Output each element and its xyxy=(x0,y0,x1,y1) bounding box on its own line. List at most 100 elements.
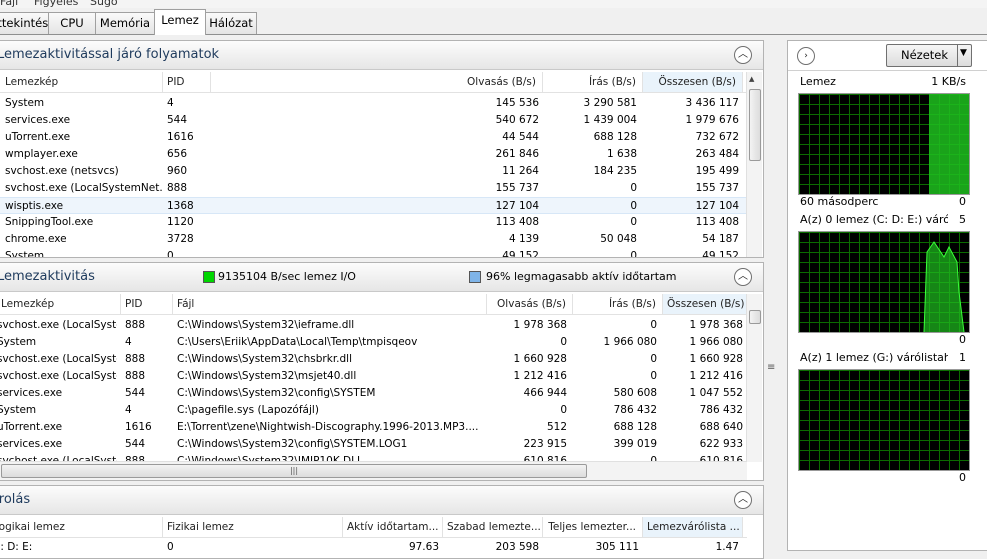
table-row[interactable]: services.exe 544 C:\Windows\System32\confi… xyxy=(0,436,746,453)
processes-column-header: Lemezkép PID Olvasás (B/s) Írás (B/s) Ös… xyxy=(0,72,747,93)
processes-header[interactable]: Lemezaktivitással járó folyamatok ︿ xyxy=(0,41,763,70)
table-cell: 0 xyxy=(650,319,657,331)
scroll-thumb[interactable] xyxy=(749,89,761,161)
table-cell: 786 432 xyxy=(699,404,743,416)
table-cell: 688 128 xyxy=(593,131,637,143)
graph-disk1-min: 0 xyxy=(959,471,966,484)
table-row[interactable]: uTorrent.exe 1616 44 544 688 128 732 672 xyxy=(0,129,746,146)
table-cell: uTorrent.exe xyxy=(0,421,63,433)
table-cell: 203 598 xyxy=(495,541,539,553)
menu-bar: Fájl Figyelés Súgó xyxy=(0,0,987,8)
graph-disk1-max: 1 xyxy=(959,351,966,364)
tab-cpu[interactable]: CPU xyxy=(48,12,96,34)
menu-help[interactable]: Súgó xyxy=(90,0,118,8)
col-free-space[interactable]: Szabad lemezte... xyxy=(443,517,543,537)
col-active-time[interactable]: Aktív időtartam... xyxy=(343,517,443,537)
table-cell: 0 xyxy=(167,541,174,553)
processes-scrollbar[interactable]: ▲ xyxy=(746,72,762,257)
col-image[interactable]: Lemezkép xyxy=(0,294,121,314)
table-cell: 888 xyxy=(125,370,146,382)
table-cell: wisptis.exe xyxy=(5,200,64,212)
menu-file[interactable]: Fájl xyxy=(0,0,18,8)
table-row[interactable]: wisptis.exe 1368 127 104 0 127 104 xyxy=(0,197,746,214)
table-row[interactable]: wmplayer.exe 656 261 846 1 638 263 484 xyxy=(0,146,746,163)
collapse-icon[interactable]: ︿ xyxy=(734,268,752,286)
table-row[interactable]: svchost.exe (LocalSyste... 888 C:\Windows\… xyxy=(0,368,746,385)
table-row[interactable]: System 0 49 152 0 49 152 xyxy=(0,248,746,258)
table-cell: services.exe xyxy=(0,438,63,450)
table-row[interactable]: svchost.exe (LocalSyste... 888 C:\Windows\… xyxy=(0,317,746,334)
table-row[interactable]: chrome.exe 3728 4 139 50 048 54 187 xyxy=(0,231,746,248)
table-cell: uTorrent.exe xyxy=(5,131,71,143)
scroll-thumb[interactable] xyxy=(749,310,761,324)
graph-disk1-queue xyxy=(798,369,970,471)
table-cell: chrome.exe xyxy=(5,233,67,245)
table-row[interactable]: services.exe 544 C:\Windows\System32\confi… xyxy=(0,385,746,402)
col-queue-length[interactable]: Lemezvárólista ... xyxy=(643,517,743,537)
graph-disk-throughput xyxy=(798,93,970,195)
graph-disk-min: 0 xyxy=(959,195,966,208)
table-cell: 1 978 368 xyxy=(513,319,567,331)
table-cell: 1 660 928 xyxy=(689,353,743,365)
collapse-right-icon[interactable]: › xyxy=(797,47,815,65)
table-cell: System xyxy=(5,97,45,109)
tab-memory[interactable]: Memória xyxy=(95,12,155,34)
table-cell: C:\pagefile.sys (Lapozófájl) xyxy=(177,404,319,416)
table-row[interactable]: SnippingTool.exe 1120 113 408 0 113 408 xyxy=(0,214,746,231)
table-cell: 50 048 xyxy=(600,233,637,245)
hscroll-thumb[interactable]: ||| xyxy=(1,464,587,478)
io-legend-label: 9135104 B/sec lemez I/O xyxy=(218,270,356,283)
storage-header[interactable]: Tárolás ︿ xyxy=(0,486,763,515)
col-read[interactable]: Olvasás (B/s) xyxy=(211,72,543,92)
table-cell: 155 737 xyxy=(695,182,739,194)
tab-overview[interactable]: Áttekintés xyxy=(0,12,50,34)
table-cell: 4 xyxy=(125,336,132,348)
table-cell: 544 xyxy=(125,438,146,450)
graph-time-label: 60 másodperc xyxy=(800,195,879,208)
table-cell: 113 408 xyxy=(695,216,739,228)
col-pid[interactable]: PID xyxy=(121,294,173,314)
dropdown-arrow-icon: ▼ xyxy=(960,48,967,58)
table-row[interactable]: System 4 C:\Users\Eriik\AppData\Local\Temp… xyxy=(0,334,746,351)
table-cell: 786 432 xyxy=(613,404,657,416)
table-row[interactable]: System 4 C:\pagefile.sys (Lapozófájl) 0 786 … xyxy=(0,402,746,419)
col-image[interactable]: Lemezkép xyxy=(1,72,163,92)
table-row[interactable]: svchost.exe (netsvcs) 960 11 264 184 235 195… xyxy=(0,163,746,180)
col-logical-disk[interactable]: Logikai lemez xyxy=(0,517,163,537)
col-write[interactable]: Írás (B/s) xyxy=(543,72,643,92)
disk-activity-scrollbar[interactable] xyxy=(746,294,762,462)
disk-activity-hscrollbar[interactable]: ||| xyxy=(0,461,747,480)
table-row[interactable]: svchost.exe (LocalSystemNet... 888 155 737… xyxy=(0,180,746,197)
col-file[interactable]: Fájl xyxy=(173,294,487,314)
col-total-space[interactable]: Teljes lemezter... xyxy=(543,517,643,537)
table-row[interactable]: C: D: E: 0 97.63 203 598 305 111 1.47 xyxy=(0,539,746,556)
table-cell: 261 846 xyxy=(495,148,539,160)
col-total[interactable]: Összesen (B/s) xyxy=(663,294,747,314)
views-dropdown[interactable]: Nézetek ▼ xyxy=(886,44,972,67)
table-row[interactable]: System 4 145 536 3 290 581 3 436 117 xyxy=(0,95,746,112)
table-cell: wmplayer.exe xyxy=(5,148,78,160)
col-read[interactable]: Olvasás (B/s) xyxy=(487,294,573,314)
table-cell: 960 xyxy=(167,165,188,177)
table-cell: SnippingTool.exe xyxy=(5,216,94,228)
tab-network[interactable]: Hálózat xyxy=(205,12,257,34)
table-cell: 49 152 xyxy=(502,250,539,258)
tab-disk[interactable]: Lemez xyxy=(154,9,206,35)
scroll-up-icon[interactable]: ▲ xyxy=(749,75,754,83)
table-row[interactable]: uTorrent.exe 1616 E:\Torrent\zene\Nightwis… xyxy=(0,419,746,436)
collapse-icon[interactable]: ︿ xyxy=(734,491,752,509)
col-total[interactable]: Összesen (B/s) xyxy=(643,72,743,92)
col-write[interactable]: Írás (B/s) xyxy=(573,294,663,314)
table-cell: 466 944 xyxy=(523,387,567,399)
collapse-icon[interactable]: ︿ xyxy=(734,46,752,64)
disk-activity-header[interactable]: Lemezaktivitás 9135104 B/sec lemez I/O 9… xyxy=(0,263,763,292)
col-physical-disk[interactable]: Fizikai lemez xyxy=(163,517,343,537)
menu-monitor[interactable]: Figyelés xyxy=(34,0,78,8)
graph-disk0-max: 5 xyxy=(959,213,966,226)
table-row[interactable]: svchost.exe (LocalSyste... 888 C:\Windows\… xyxy=(0,351,746,368)
table-row[interactable]: services.exe 544 540 672 1 439 004 1 979 676 xyxy=(0,112,746,129)
table-cell: 127 104 xyxy=(495,200,539,212)
col-pid[interactable]: PID xyxy=(163,72,211,92)
table-cell: 305 111 xyxy=(595,541,639,553)
splitter-grip-icon[interactable]: ≡ xyxy=(767,362,775,373)
